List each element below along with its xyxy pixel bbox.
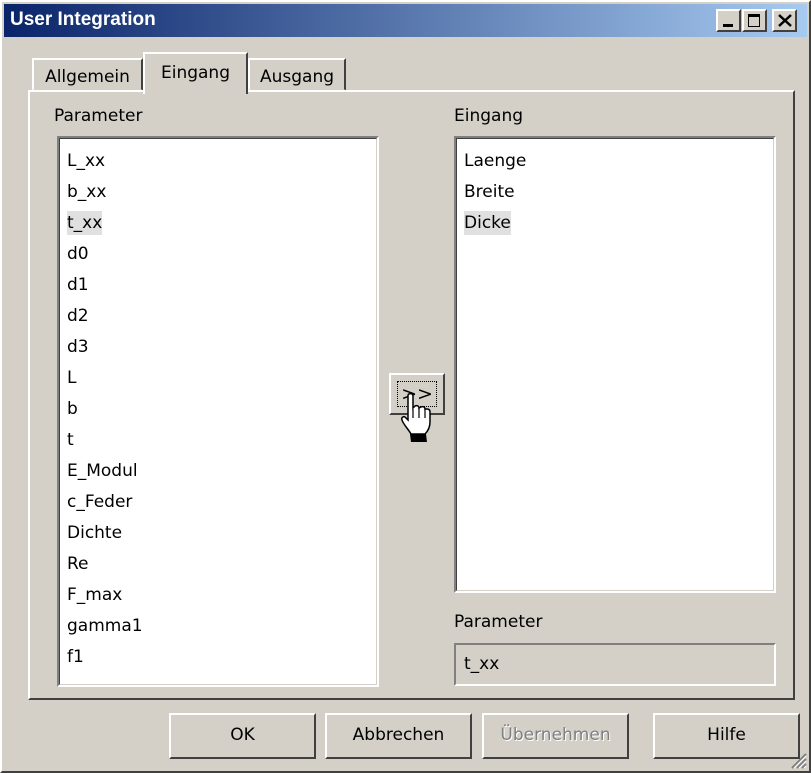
parameter-list-item-label: d0 bbox=[67, 244, 89, 264]
parameter-list-item[interactable]: c_Feder bbox=[60, 487, 376, 518]
parameter-list-item-label: d1 bbox=[67, 275, 89, 295]
close-button[interactable] bbox=[772, 9, 797, 32]
parameter-list-item-label: d2 bbox=[67, 306, 89, 326]
input-list-item-label: Laenge bbox=[464, 151, 527, 171]
cancel-label: Abbrechen bbox=[352, 725, 445, 745]
maximize-icon bbox=[748, 14, 760, 27]
parameter-list-item-label: E_Modul bbox=[67, 461, 138, 481]
parameter-list-item[interactable]: F_max bbox=[60, 580, 376, 611]
parameter-list-item[interactable]: Dichte bbox=[60, 518, 376, 549]
parameter-list-item-label: L_xx bbox=[67, 151, 106, 171]
parameter-list-item-label: gamma1 bbox=[67, 616, 143, 636]
parameter-list-item[interactable]: L bbox=[60, 363, 376, 394]
help-label: Hilfe bbox=[707, 725, 746, 745]
input-list-label: Eingang bbox=[454, 106, 524, 126]
input-list-item[interactable]: Dicke bbox=[457, 208, 773, 239]
apply-label: Übernehmen bbox=[500, 725, 611, 745]
tab-allgemein[interactable]: Allgemein bbox=[32, 58, 143, 91]
parameter-list-item[interactable]: t bbox=[60, 425, 376, 456]
parameter-list-item[interactable]: b_xx bbox=[60, 177, 376, 208]
minimize-icon bbox=[723, 24, 733, 27]
parameter-list-item-label: t_xx bbox=[67, 211, 103, 235]
parameter-list-item-label: b_xx bbox=[67, 182, 107, 202]
parameter-list-item[interactable]: E_Modul bbox=[60, 456, 376, 487]
tab-label: Ausgang bbox=[259, 67, 335, 87]
parameter-field-label: Parameter bbox=[454, 612, 543, 632]
parameter-list-item[interactable]: d0 bbox=[60, 239, 376, 270]
ok-label: OK bbox=[230, 725, 255, 745]
parameter-list-label: Parameter bbox=[54, 106, 143, 126]
input-list-item[interactable]: Breite bbox=[457, 177, 773, 208]
parameter-list-item-label: f1 bbox=[67, 647, 84, 667]
tab-eingang[interactable]: Eingang bbox=[143, 52, 248, 94]
minimize-button[interactable] bbox=[716, 9, 741, 32]
tab-ausgang[interactable]: Ausgang bbox=[248, 58, 346, 91]
parameter-list-item-label: t bbox=[67, 430, 74, 450]
parameter-list-item[interactable]: b bbox=[60, 394, 376, 425]
input-listbox[interactable]: Laenge Breite Dicke bbox=[454, 136, 776, 593]
input-list-item-label: Dicke bbox=[464, 211, 511, 235]
dialog-window: User Integration Allgemein Eingang Ausga… bbox=[0, 0, 811, 773]
tab-label: Eingang bbox=[160, 63, 230, 83]
parameter-list-item[interactable]: f1 bbox=[60, 642, 376, 673]
help-button[interactable]: Hilfe bbox=[653, 713, 800, 759]
parameter-list-item-label: Dichte bbox=[67, 523, 123, 543]
parameter-list-item[interactable]: d2 bbox=[60, 301, 376, 332]
resize-grip-icon[interactable] bbox=[787, 749, 807, 769]
maximize-button[interactable] bbox=[742, 9, 767, 32]
close-icon bbox=[778, 14, 792, 27]
parameter-list-item[interactable]: t_xx bbox=[60, 208, 376, 239]
tab-label: Allgemein bbox=[45, 67, 130, 87]
cancel-button[interactable]: Abbrechen bbox=[325, 713, 472, 759]
parameter-list-item[interactable]: gamma1 bbox=[60, 611, 376, 642]
input-list-item[interactable]: Laenge bbox=[457, 146, 773, 177]
parameter-value: t_xx bbox=[464, 654, 500, 674]
input-list-item-label: Breite bbox=[464, 182, 515, 202]
parameter-list-item-label: F_max bbox=[67, 585, 123, 605]
parameter-list-item[interactable]: Re bbox=[60, 549, 376, 580]
parameter-list-item-label: b bbox=[67, 399, 78, 419]
parameter-list-item-label: L bbox=[67, 368, 77, 388]
ok-button[interactable]: OK bbox=[169, 713, 316, 759]
parameter-list-item-label: c_Feder bbox=[67, 492, 133, 512]
parameter-list-item-label: Re bbox=[67, 554, 89, 574]
parameter-list-item[interactable]: L_xx bbox=[60, 146, 376, 177]
parameter-listbox[interactable]: L_xx b_xx t_xx d0 d1 d2 d3 Lb t E_Modul c_Feder Dic… bbox=[57, 136, 379, 687]
parameter-list-item[interactable]: d1 bbox=[60, 270, 376, 301]
parameter-value-field: t_xx bbox=[454, 643, 776, 686]
hand-cursor-icon bbox=[401, 392, 431, 442]
parameter-list-item[interactable]: d3 bbox=[60, 332, 376, 363]
apply-button[interactable]: Übernehmen bbox=[482, 713, 629, 759]
title-bar[interactable]: User Integration bbox=[4, 4, 807, 37]
window-title: User Integration bbox=[10, 9, 156, 30]
parameter-list-item-label: d3 bbox=[67, 337, 89, 357]
